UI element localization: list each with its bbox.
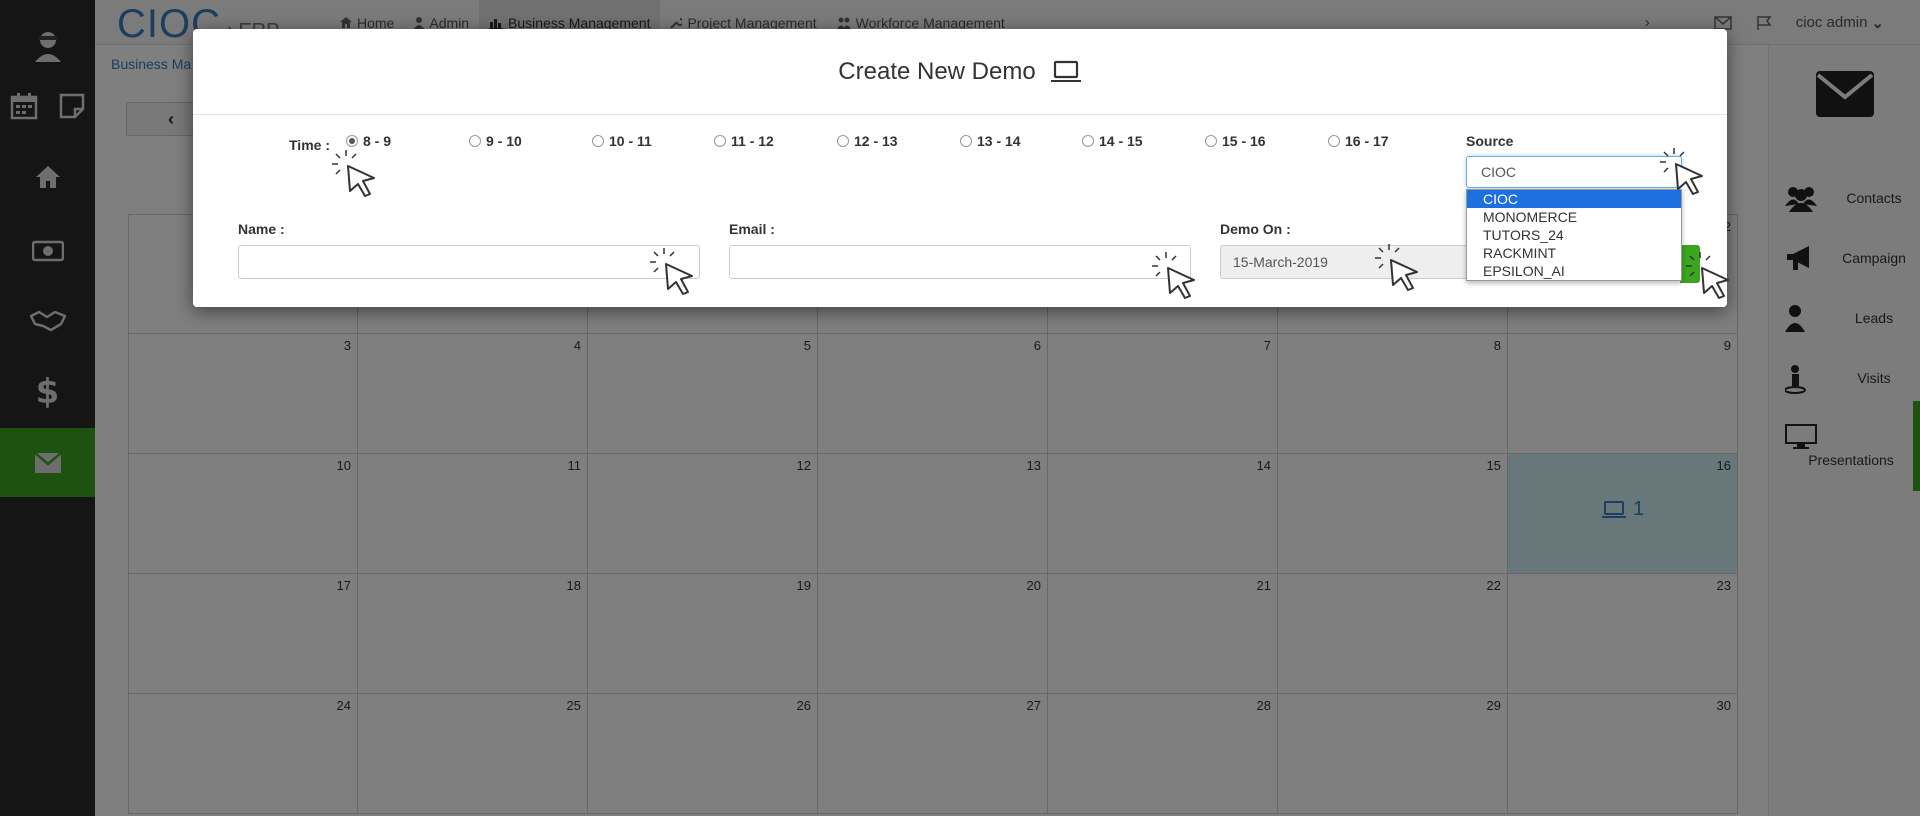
- email-label: Email :: [729, 221, 775, 237]
- dropdown-option[interactable]: CIOC: [1467, 190, 1681, 208]
- time-slot-12-13[interactable]: 12 - 13: [837, 133, 898, 149]
- radio-button[interactable]: [1205, 135, 1217, 147]
- radio-button[interactable]: [1328, 135, 1340, 147]
- time-slot-label: 16 - 17: [1345, 133, 1389, 149]
- radio-button[interactable]: [346, 135, 358, 147]
- time-slot-label: 14 - 15: [1099, 133, 1143, 149]
- time-slot-label: 13 - 14: [977, 133, 1021, 149]
- time-slot-11-12[interactable]: 11 - 12: [714, 133, 774, 149]
- radio-button[interactable]: [837, 135, 849, 147]
- time-slot-label: 10 - 11: [609, 133, 652, 149]
- time-slot-label: 11 - 12: [731, 133, 774, 149]
- dropdown-option[interactable]: TUTORS_24: [1467, 226, 1681, 244]
- radio-button[interactable]: [960, 135, 972, 147]
- dropdown-option[interactable]: MONOMERCE: [1467, 208, 1681, 226]
- dropdown-option[interactable]: EPSILON_AI: [1467, 262, 1681, 280]
- time-label: Time :: [289, 137, 330, 153]
- source-dropdown-list: CIOC MONOMERCE TUTORS_24 RACKMINT EPSILO…: [1466, 189, 1682, 281]
- submit-button[interactable]: [1680, 245, 1700, 283]
- time-slot-14-15[interactable]: 14 - 15: [1082, 133, 1143, 149]
- time-slot-13-14[interactable]: 13 - 14: [960, 133, 1021, 149]
- source-label: Source: [1466, 133, 1514, 149]
- radio-button[interactable]: [714, 135, 726, 147]
- modal-title: Create New Demo: [838, 57, 1036, 85]
- time-slot-9-10[interactable]: 9 - 10: [469, 133, 522, 149]
- radio-button[interactable]: [1082, 135, 1094, 147]
- source-selected-value: CIOC: [1481, 164, 1516, 180]
- time-slot-label: 8 - 9: [363, 133, 392, 149]
- time-slot-label: 12 - 13: [854, 133, 898, 149]
- email-field[interactable]: [729, 245, 1191, 279]
- name-label: Name :: [238, 221, 285, 237]
- radio-button[interactable]: [592, 135, 604, 147]
- time-slot-10-11[interactable]: 10 - 11: [592, 133, 652, 149]
- time-slot-label: 15 - 16: [1222, 133, 1266, 149]
- name-field[interactable]: [238, 245, 700, 279]
- time-slot-16-17[interactable]: 16 - 17: [1328, 133, 1389, 149]
- time-slot-8-9[interactable]: 8 - 9: [346, 133, 391, 149]
- demo-date-field[interactable]: [1220, 245, 1500, 279]
- time-slot-15-16[interactable]: 15 - 16: [1205, 133, 1266, 149]
- time-slot-label: 9 - 10: [486, 133, 522, 149]
- demo-on-label: Demo On :: [1220, 221, 1291, 237]
- create-demo-modal: Create New Demo Time : 8 - 9 9 - 10 10 -…: [193, 29, 1727, 307]
- dropdown-option[interactable]: RACKMINT: [1467, 244, 1681, 262]
- radio-button[interactable]: [469, 135, 481, 147]
- source-select[interactable]: CIOC: [1466, 156, 1682, 188]
- laptop-icon: [1050, 60, 1081, 82]
- modal-header: Create New Demo: [193, 29, 1727, 115]
